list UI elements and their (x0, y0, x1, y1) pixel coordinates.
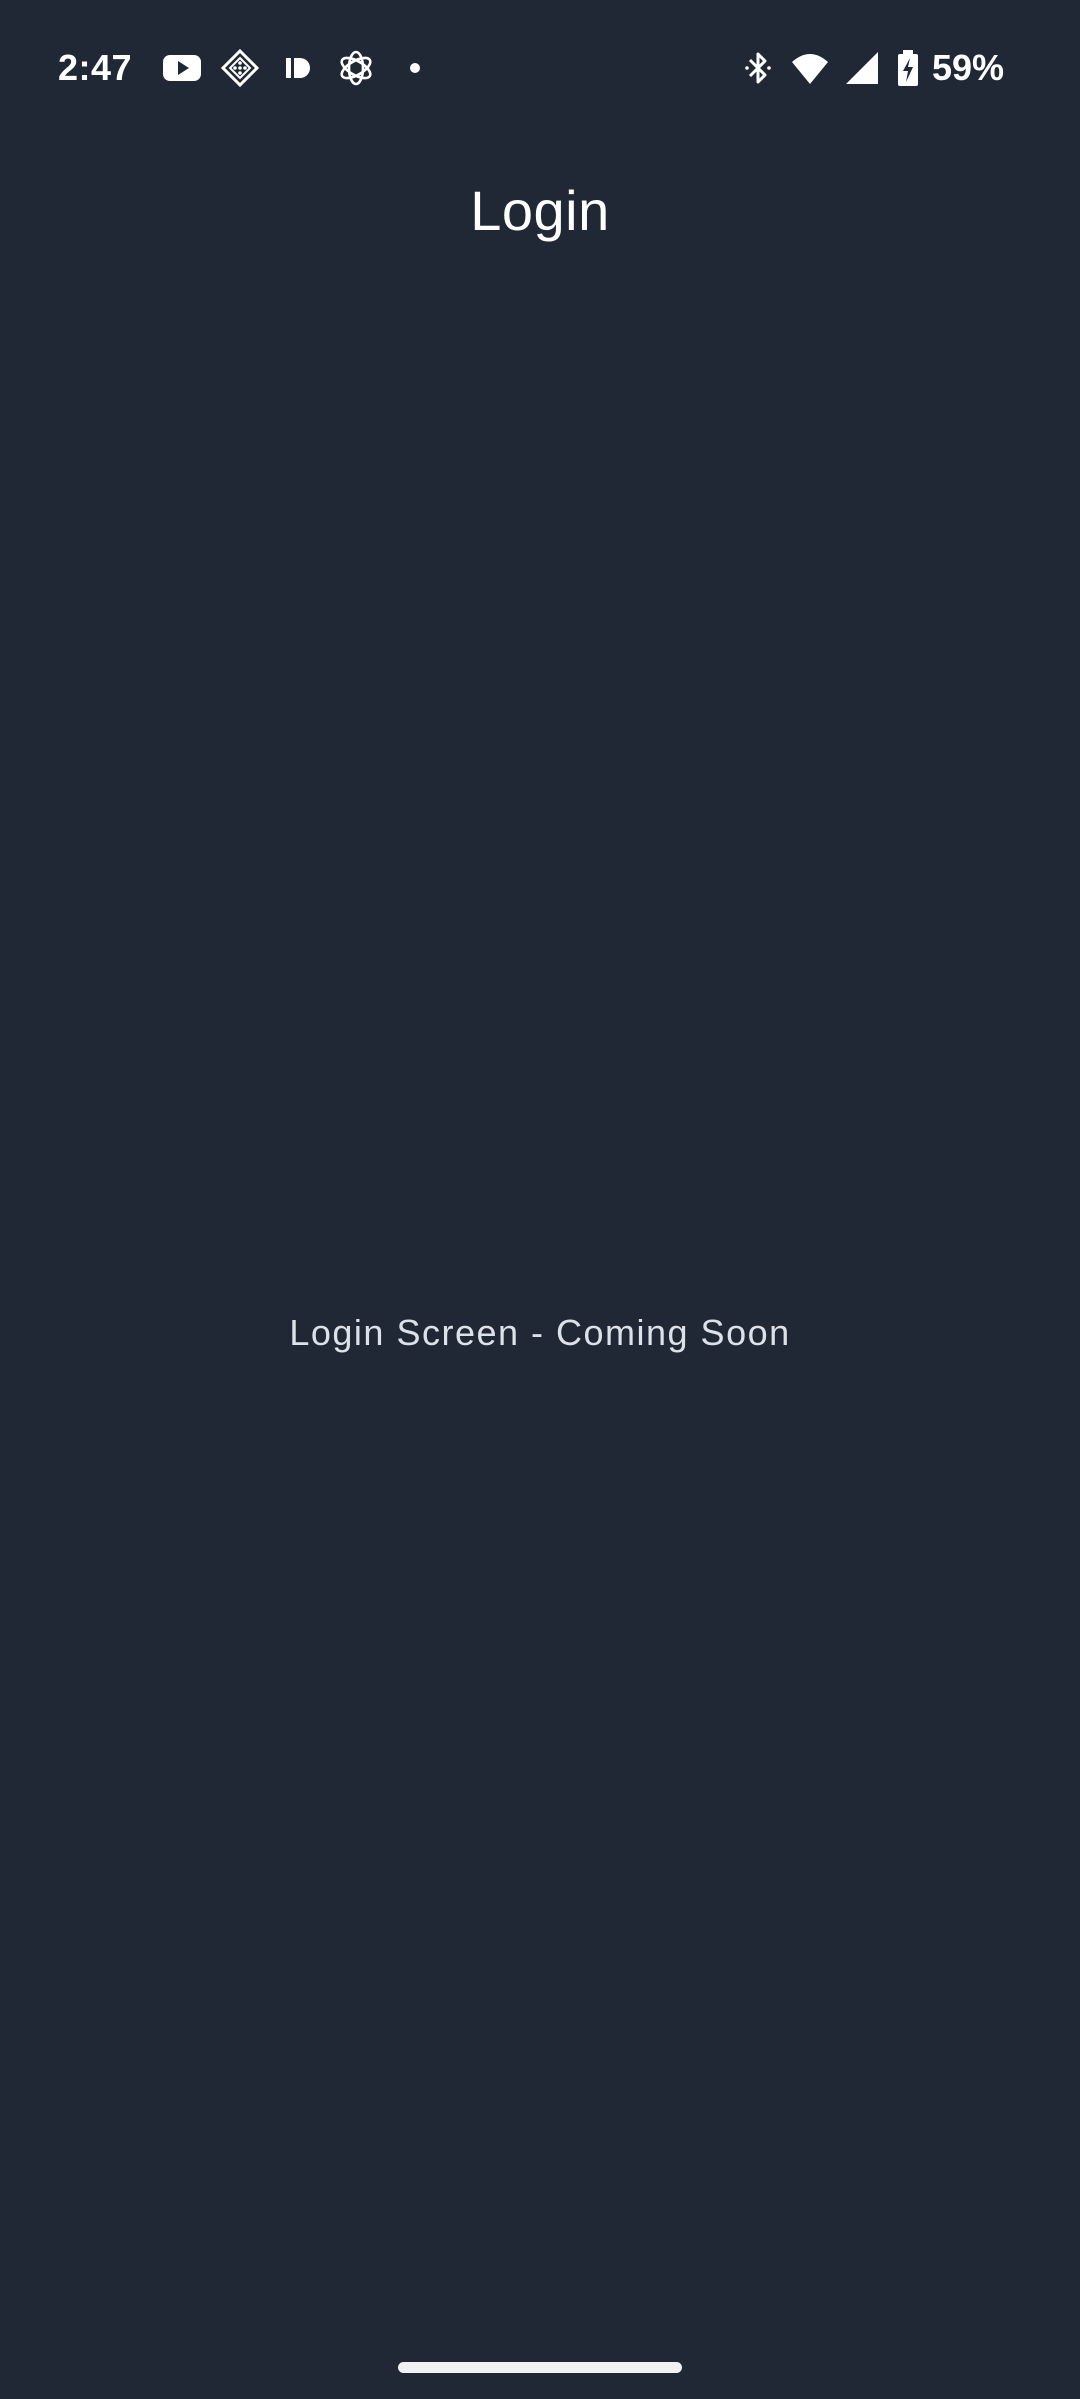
openai-icon (336, 48, 376, 88)
wifi-icon (790, 48, 830, 88)
login-screen: 2:47 59% Login Login Screen - Coming Soo… (0, 0, 1080, 2399)
youtube-icon (162, 48, 202, 88)
gesture-navigation-handle[interactable] (398, 2362, 682, 2373)
status-bar-right: 59% (726, 40, 1004, 96)
battery-percentage: 59% (931, 47, 1004, 88)
coming-soon-message: Login Screen - Coming Soon (289, 1312, 791, 1353)
page-title: Login (470, 178, 610, 242)
status-bar: 2:47 59% (0, 0, 1080, 136)
patreon-icon (278, 48, 318, 88)
status-time: 2:47 (58, 47, 133, 88)
status-bar-left: 2:47 (58, 40, 421, 96)
battery-charging-icon (894, 48, 922, 88)
more-notifications-dot-icon (410, 63, 421, 73)
bluetooth-icon (738, 48, 778, 88)
cell-signal-icon (842, 48, 882, 88)
main-content: Login Screen - Coming Soon (0, 284, 1080, 2336)
app-bar: Login (0, 136, 1080, 284)
diamond-app-icon (220, 48, 260, 88)
